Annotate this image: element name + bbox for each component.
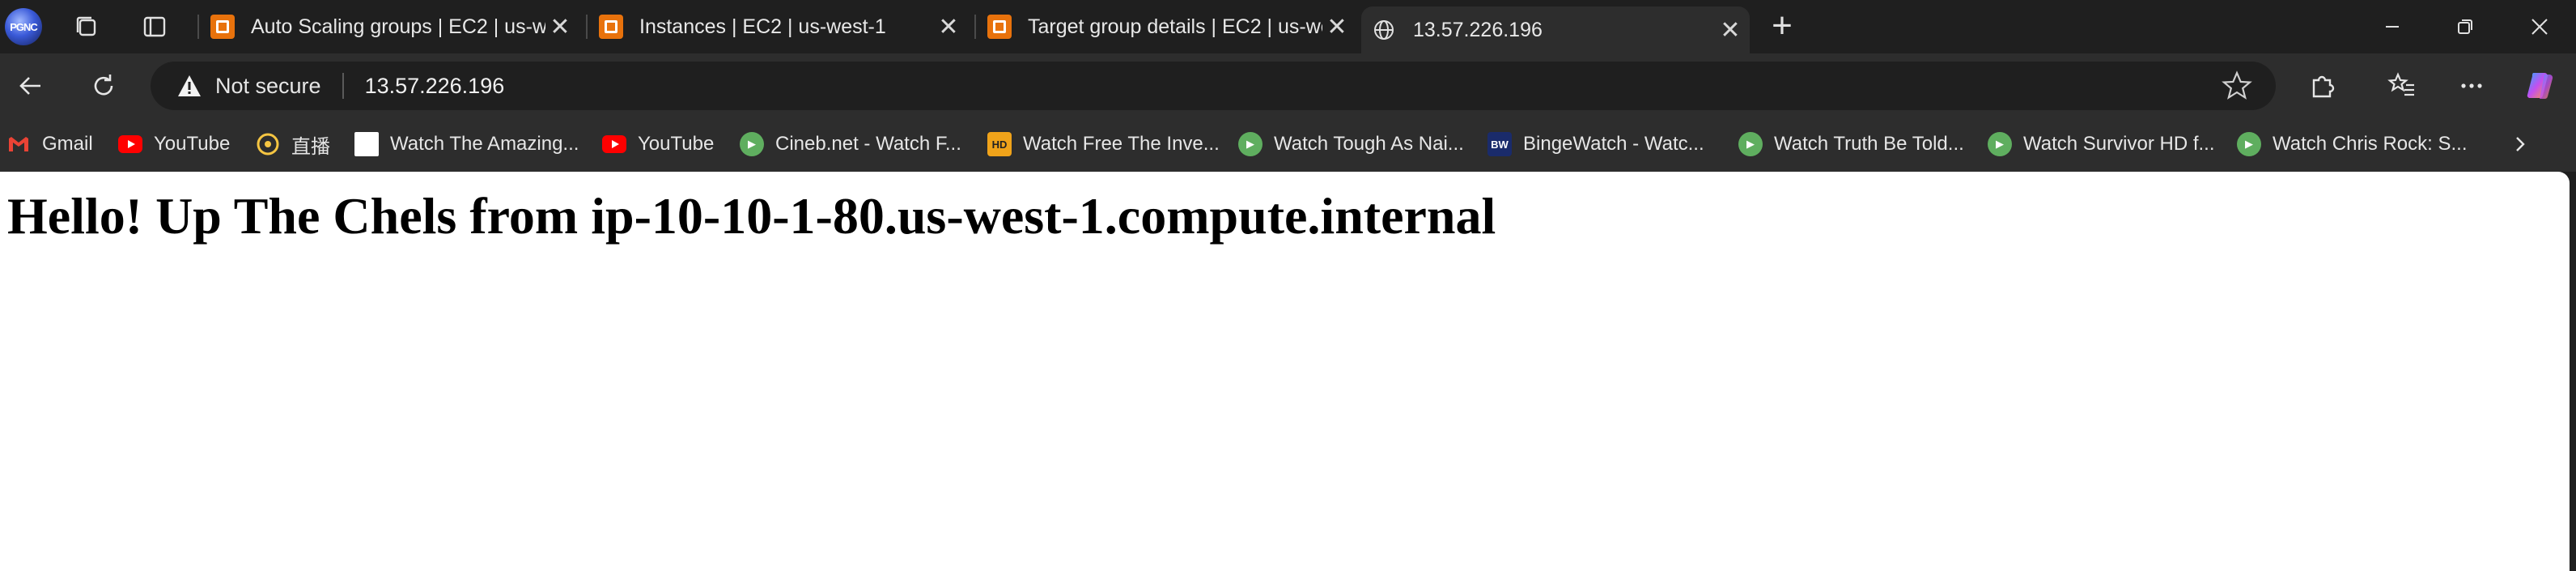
youtube-icon — [118, 132, 142, 156]
more-icon — [2461, 83, 2482, 88]
bookmark-watch-truth-be-told[interactable]: ▶ Watch Truth Be Told... — [1738, 130, 1964, 159]
bookmark-label: 直播 — [291, 135, 330, 158]
aws-icon — [210, 15, 235, 39]
youtube-icon — [602, 132, 626, 156]
tab-instances[interactable]: Instances | EC2 | us-west-1 ✕ — [588, 6, 968, 47]
tab-target-group-details[interactable]: Target group details | EC2 | us-west-1 ✕ — [976, 6, 1356, 47]
bookmark-gmail[interactable]: Gmail — [6, 130, 93, 159]
bookmark-label: Watch Chris Rock: S... — [2273, 133, 2468, 155]
page-heading: Hello! Up The Chels from ip-10-10-1-80.u… — [7, 187, 1496, 245]
favorite-star-icon[interactable] — [2221, 70, 2253, 102]
tab-actions-icon[interactable] — [139, 11, 170, 42]
puzzle-icon — [2312, 75, 2335, 98]
bookmark-watch-free-the-inve[interactable]: HD Watch Free The Inve... — [987, 130, 1220, 159]
bookmark-watch-tough-as-nai[interactable]: ▶ Watch Tough As Nai... — [1238, 130, 1464, 159]
bookmark-label: Cineb.net - Watch F... — [775, 133, 961, 155]
bookmark-youtube-2[interactable]: YouTube — [602, 130, 714, 159]
bookmark-label: Watch Free The Inve... — [1023, 133, 1220, 155]
new-tab-button[interactable]: + — [1764, 6, 1800, 45]
gmail-icon — [6, 132, 31, 156]
aws-icon — [599, 15, 623, 39]
copilot-icon — [2527, 73, 2553, 100]
warning-icon[interactable] — [176, 73, 202, 99]
security-status-label[interactable]: Not secure — [215, 74, 321, 99]
navigation-toolbar: Not secure 13.57.226.196 — [0, 53, 2576, 118]
back-button[interactable] — [11, 66, 50, 105]
refresh-icon — [94, 75, 113, 96]
close-icon[interactable]: ✕ — [1322, 12, 1352, 41]
back-arrow-icon — [19, 77, 40, 95]
copilot-button[interactable] — [2522, 66, 2561, 105]
bookmark-label: Watch Truth Be Told... — [1774, 133, 1964, 155]
tab-title: Auto Scaling groups | EC2 | us-west-1 — [251, 15, 545, 38]
favorites-list-icon — [2387, 72, 2414, 96]
more-options-button[interactable] — [2452, 66, 2491, 105]
bookmarks-bar: Gmail YouTube 直播 Watch The Amazing... Yo… — [0, 118, 2576, 172]
close-window-button[interactable] — [2515, 6, 2564, 47]
tab-title: 13.57.226.196 — [1413, 18, 1543, 41]
bookmark-watch-chris-rock[interactable]: ▶ Watch Chris Rock: S... — [2237, 130, 2468, 159]
address-bar[interactable]: Not secure 13.57.226.196 — [151, 62, 2276, 110]
url-text[interactable]: 13.57.226.196 — [365, 74, 2221, 99]
tab-title: Instances | EC2 | us-west-1 — [639, 15, 886, 38]
address-separator — [342, 73, 344, 99]
bookmark-watch-survivor[interactable]: ▶ Watch Survivor HD f... — [1988, 130, 2214, 159]
bookmark-watch-the-amazing[interactable]: Watch The Amazing... — [354, 130, 579, 159]
play-circle-icon: ▶ — [1238, 132, 1263, 156]
bookmark-label: YouTube — [638, 133, 715, 155]
page-viewport: Hello! Up The Chels from ip-10-10-1-80.u… — [0, 172, 2570, 571]
workspaces-icon[interactable] — [71, 11, 102, 42]
close-icon[interactable]: ✕ — [934, 12, 963, 41]
bookmark-label: Watch The Amazing... — [390, 133, 579, 155]
bookmark-cineb[interactable]: ▶ Cineb.net - Watch F... — [740, 130, 961, 159]
tab-auto-scaling-groups[interactable]: Auto Scaling groups | EC2 | us-west-1 ✕ — [199, 6, 579, 47]
tab-title: Target group details | EC2 | us-west-1 — [1028, 15, 1322, 38]
live-icon — [256, 132, 280, 156]
browser-window: PGNC Auto Scaling groups | EC2 | us-west… — [0, 0, 2576, 571]
bookmark-bingewatch[interactable]: BW BingeWatch - Watc... — [1487, 130, 1704, 159]
bookmark-live[interactable]: 直播 — [256, 130, 330, 159]
play-circle-icon: ▶ — [1988, 132, 2012, 156]
bookmark-label: YouTube — [154, 133, 231, 155]
play-circle-icon: ▶ — [740, 132, 764, 156]
tab-active-ip[interactable]: 13.57.226.196 ✕ — [1361, 6, 1750, 53]
globe-icon — [1374, 20, 1394, 40]
refresh-button[interactable] — [84, 66, 123, 105]
play-circle-icon: ▶ — [2237, 132, 2261, 156]
bookmark-label: Gmail — [42, 133, 93, 155]
tab-strip: PGNC Auto Scaling groups | EC2 | us-west… — [0, 0, 2576, 53]
bookmark-label: BingeWatch - Watc... — [1523, 133, 1704, 155]
restore-button[interactable] — [2441, 6, 2489, 47]
hd-icon: HD — [987, 132, 1012, 156]
extensions-button[interactable] — [2303, 66, 2342, 105]
play-circle-icon: ▶ — [1738, 132, 1763, 156]
close-icon[interactable]: ✕ — [545, 12, 575, 41]
minimize-button[interactable] — [2368, 6, 2417, 47]
bookmark-label: Watch Survivor HD f... — [2023, 133, 2215, 155]
aws-icon — [987, 15, 1012, 39]
close-icon[interactable]: ✕ — [1716, 15, 1745, 45]
favorites-button[interactable] — [2383, 66, 2421, 105]
bookmark-label: Watch Tough As Nai... — [1274, 133, 1464, 155]
profile-avatar[interactable]: PGNC — [5, 8, 42, 45]
blank-page-icon — [354, 132, 379, 156]
bookmark-youtube[interactable]: YouTube — [118, 130, 230, 159]
bw-icon: BW — [1487, 132, 1512, 156]
chevron-right-icon[interactable] — [2506, 130, 2535, 159]
